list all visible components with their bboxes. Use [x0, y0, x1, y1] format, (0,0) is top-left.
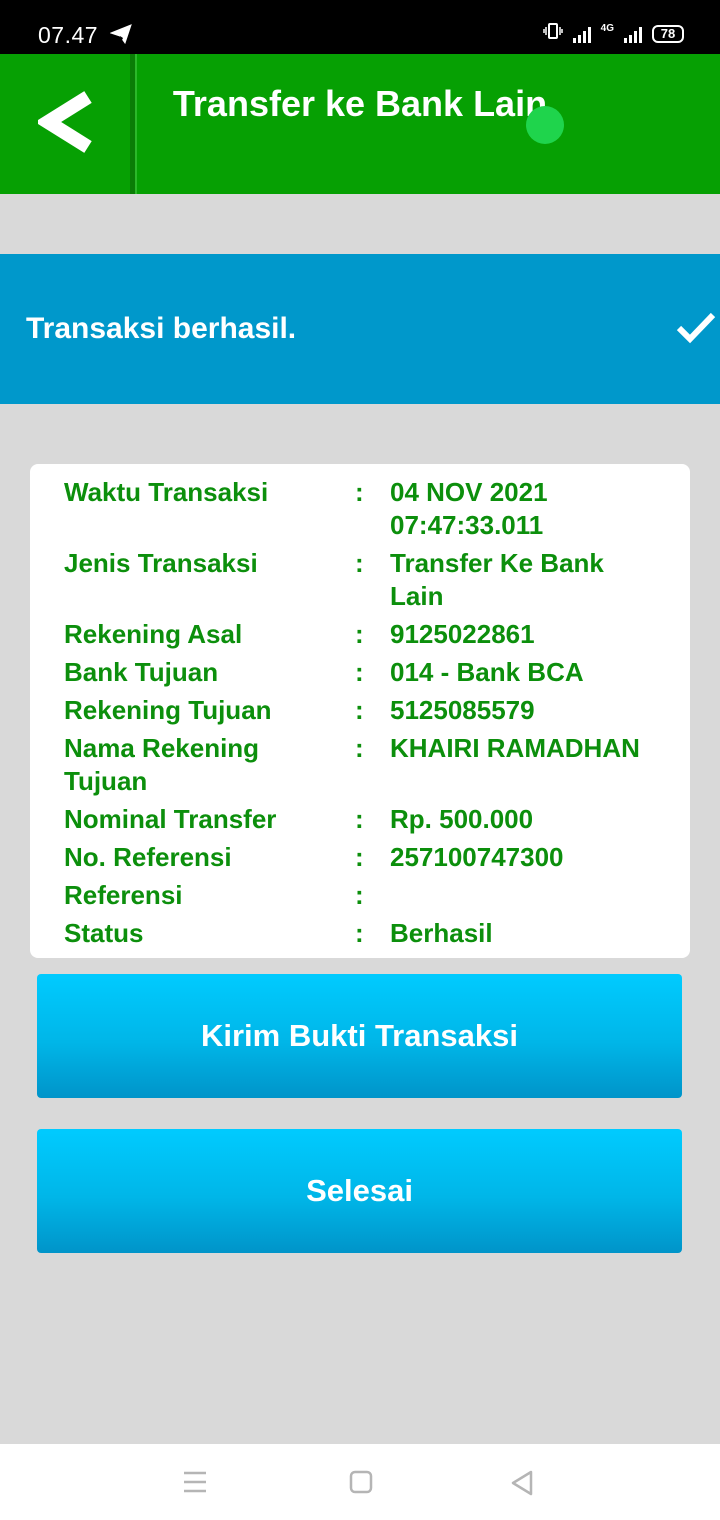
status-time: 07.47 [38, 22, 99, 48]
menu-icon[interactable] [182, 1470, 208, 1499]
home-square-icon[interactable] [349, 1470, 373, 1499]
detail-separator: : [355, 733, 364, 763]
success-banner: Transaksi berhasil. [0, 254, 720, 404]
detail-separator: : [355, 918, 364, 948]
detail-separator: : [355, 880, 364, 910]
chevron-left-icon [34, 90, 92, 158]
detail-label: Rekening Asal [64, 619, 243, 649]
detail-separator: : [355, 477, 364, 507]
detail-value: Berhasil [390, 918, 493, 948]
detail-value: 9125022861 [390, 619, 535, 649]
detail-value: 257100747300 [390, 842, 564, 872]
check-icon [676, 312, 716, 349]
back-button[interactable] [0, 54, 130, 194]
page-title: Transfer ke Bank Lain [172, 83, 548, 124]
done-button[interactable]: Selesai [37, 1129, 682, 1253]
detail-label: Waktu Transaksi [64, 477, 269, 507]
detail-label: Bank Tujuan [64, 657, 219, 687]
detail-value: Rp. 500.000 [390, 804, 534, 834]
detail-label: No. Referensi [64, 842, 232, 872]
detail-value: 014 - Bank BCA [390, 657, 584, 687]
status-bar: 07.47 4G 78 [0, 0, 720, 54]
detail-label: Status [64, 918, 144, 948]
header-divider [130, 54, 137, 194]
detail-label: Jenis Transaksi [64, 548, 258, 578]
signal-icon-2 [624, 25, 642, 43]
network-type: 4G [600, 23, 614, 34]
system-nav-bar [0, 1444, 720, 1520]
signal-icon [572, 25, 591, 43]
send-proof-button[interactable]: Kirim Bukti Transaksi [37, 974, 682, 1098]
detail-label: Nama Rekening Tujuan [64, 733, 260, 796]
detail-label: Nominal Transfer [64, 804, 277, 834]
detail-separator: : [355, 619, 364, 649]
detail-label: Referensi [64, 880, 183, 910]
detail-separator: : [355, 657, 364, 687]
detail-value: Transfer Ke Bank Lain [390, 548, 604, 611]
detail-separator: : [355, 695, 364, 725]
transaction-detail-card: Waktu Transaksi : 04 NOV 2021 07:47:33.0… [30, 464, 690, 958]
back-triangle-icon[interactable] [510, 1470, 534, 1501]
telegram-icon [109, 24, 132, 49]
detail-separator: : [355, 804, 364, 834]
detail-value: 5125085579 [390, 695, 535, 725]
detail-label: Rekening Tujuan [64, 695, 272, 725]
success-message: Transaksi berhasil. [26, 312, 297, 345]
battery-indicator: 78 [652, 24, 684, 43]
detail-separator: : [355, 548, 364, 578]
detail-separator: : [355, 842, 364, 872]
detail-value: KHAIRI RAMADHAN [390, 733, 640, 763]
status-dot [526, 106, 564, 144]
vibrate-icon [542, 22, 563, 45]
detail-value: 04 NOV 2021 07:47:33.011 [390, 477, 548, 540]
app-header: Transfer ke Bank Lain [0, 54, 720, 194]
